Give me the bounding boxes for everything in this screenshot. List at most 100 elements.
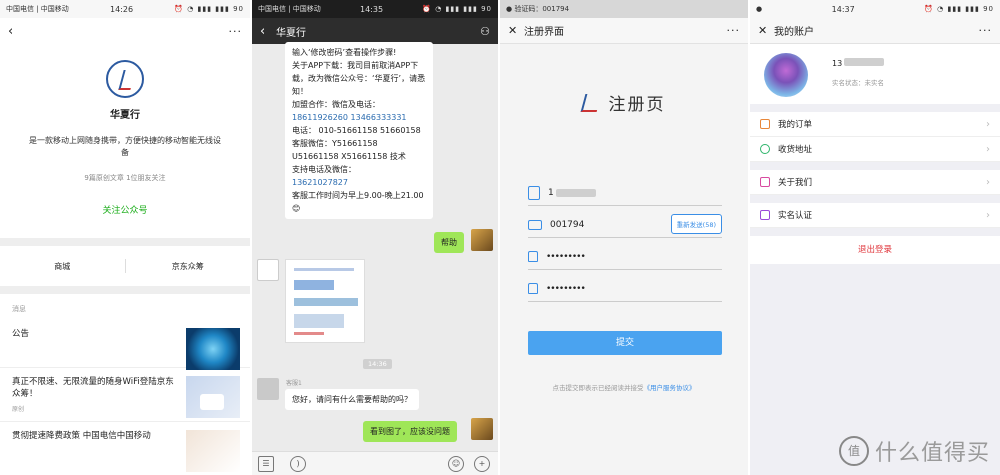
chevron-right-icon: › (986, 118, 990, 130)
phone-field[interactable]: 1 (528, 180, 722, 206)
close-icon[interactable]: ✕ (508, 24, 524, 37)
menu-address[interactable]: 收货地址 › (750, 137, 1000, 162)
bubble-line: 13621027827 (292, 178, 348, 187)
chevron-right-icon: › (986, 143, 990, 155)
status-time: 14:35 (360, 4, 384, 14)
menu-group: 实名认证 › (750, 203, 1000, 228)
top-bar: ✕ 注册界面 ··· (500, 18, 748, 44)
more-icon[interactable]: ··· (229, 25, 243, 38)
article-item[interactable]: 真正不限速、无限流量的随身WiFi登陆京东众筹！ 原创 (0, 368, 250, 422)
image-message[interactable] (285, 259, 365, 343)
account-avatar (257, 259, 279, 281)
menu-shop[interactable]: 商城 (0, 261, 125, 272)
status-bar: 中国电信 | 中国移动 14:26 ⏰ ◔ ▮▮▮ ▮▮▮ 90 (0, 0, 250, 18)
section-label: 消息 (12, 305, 26, 313)
account-stats: 9篇原创文章 1位朋友关注 (84, 174, 166, 182)
account-name: 华夏行 (110, 110, 140, 121)
divider (0, 238, 250, 246)
account-logo (106, 60, 144, 98)
voice-icon[interactable]: ) (290, 456, 306, 472)
article-item[interactable]: 公告 (0, 318, 250, 370)
carrier: 中国电信 | 中国移动 (6, 5, 69, 13)
bubble-line: 18611926260 13466333331 (292, 113, 407, 122)
article-title: 贯彻提速降费政策 中国电信中国移动 (12, 431, 151, 441)
account-desc: 是一款移动上网随身携带，方便快捷的移动智能无线设备 (29, 136, 221, 157)
watermark-logo: 值 (838, 436, 869, 466)
verify-status: 实名状态：未实名 (832, 79, 884, 87)
message-reply: 看到图了，应该没问题 (363, 421, 457, 442)
logout-button[interactable]: 退出登录 (750, 236, 1000, 264)
status-bar: ● 14:37 ⏰ ◔ ▮▮▮ ▮▮▮ 90 (750, 0, 1000, 18)
more-icon[interactable]: ··· (727, 24, 741, 37)
info-icon (760, 177, 770, 187)
time-chip: 14:36 (363, 359, 392, 369)
lock-icon (528, 251, 538, 262)
bubble-line: 输入‘修改密码’查看操作步骤! (292, 48, 397, 57)
confirm-password-field[interactable]: ••••••••• (528, 276, 722, 302)
brand-title: 注册页 (500, 90, 748, 115)
bubble-line: 支持电话及微信： (292, 165, 356, 174)
article-item[interactable]: 贯彻提速降费政策 中国电信中国移动 (0, 422, 250, 475)
submit-button[interactable]: 提交 (528, 331, 722, 355)
status-icons: ⏰ ◔ ▮▮▮ ▮▮▮ 90 (174, 5, 244, 13)
resend-button[interactable]: 重新发送(58) (670, 214, 722, 234)
lock-icon (528, 283, 538, 294)
article-thumbnail (186, 328, 240, 370)
status-icons: ⏰ ◔ ▮▮▮ ▮▮▮ 90 (422, 5, 492, 13)
menu-group: 我的订单 › 收货地址 › (750, 112, 1000, 162)
status-icons: ⏰ ◔ ▮▮▮ ▮▮▮ 90 (924, 5, 994, 13)
location-icon (760, 144, 770, 154)
article-thumbnail (186, 376, 240, 418)
agent-name: 客服1 (286, 380, 302, 387)
user-avatar (471, 418, 493, 440)
masked-value (844, 58, 885, 66)
chat-header: ‹ 华夏行 ⚇ (252, 18, 498, 44)
code-field[interactable]: 001794 重新发送(58) (528, 212, 722, 238)
panel-register: ● 验证码：001794 ✕ 注册界面 ··· 注册页 1 001794 重新发… (500, 0, 748, 475)
brand-logo-icon (580, 94, 601, 112)
back-icon[interactable]: ‹ (260, 24, 276, 39)
password-field[interactable]: ••••••••• (528, 244, 722, 270)
article-title: 公告 (12, 329, 30, 339)
keyboard-icon[interactable]: ☰ (258, 456, 274, 472)
page-title: 注册界面 (524, 27, 564, 38)
emoji-icon[interactable]: ☺ (448, 456, 464, 472)
status-time: 14:37 (831, 4, 855, 14)
close-icon[interactable]: ✕ (758, 24, 774, 37)
menu-verify[interactable]: 实名认证 › (750, 203, 1000, 228)
bubble-line: 加盟合作：微信及电话： (292, 100, 380, 109)
user-avatar (471, 229, 493, 251)
top-bar: ✕ 我的账户 ··· (750, 18, 1000, 44)
masked-value (555, 188, 596, 197)
chat-input-bar: ☰ ) ☺ + (252, 451, 498, 475)
watermark: 值 什么值得买 (838, 435, 990, 467)
id-card-icon (760, 210, 770, 220)
plus-icon[interactable]: + (474, 456, 490, 472)
more-icon[interactable]: ··· (979, 24, 993, 37)
chevron-right-icon: › (986, 209, 990, 221)
avatar[interactable] (764, 53, 808, 97)
article-title: 真正不限速、无限流量的随身WiFi登陆京东众筹！ (12, 377, 174, 399)
status-bar: 中国电信 | 中国移动 14:35 ⏰ ◔ ▮▮▮ ▮▮▮ 90 (252, 0, 498, 18)
account-menu: 商城 京东众筹 (0, 246, 250, 294)
page-title: 我的账户 (774, 27, 814, 38)
menu-jd-crowdfund[interactable]: 京东众筹 (126, 261, 251, 272)
order-icon (760, 119, 770, 129)
bubble-line: 客服微信：Y51661158 (292, 139, 378, 148)
message-agent: 您好，请问有什么需要帮助的吗？ (285, 389, 419, 410)
agreement-link[interactable]: 《用户服务协议》 (644, 384, 696, 392)
menu-about[interactable]: 关于我们 › (750, 170, 1000, 195)
chevron-right-icon: › (986, 176, 990, 188)
message-bubble: 输入‘修改密码’查看操作步骤! 关于APP下载：我司目前取消APP下载，改为微信公… (285, 42, 433, 219)
chat-title: 华夏行 (276, 27, 306, 39)
back-icon[interactable]: ‹ (8, 24, 24, 39)
phone-icon (528, 185, 540, 200)
carrier: 中国电信 | 中国移动 (258, 5, 321, 13)
bubble-line: 关于APP下载：我司目前取消APP下载，改为微信公众号：‘华夏行’，请悉知！ (292, 61, 426, 96)
sms-notification: ● 验证码：001794 (506, 5, 570, 13)
profile-icon[interactable]: ⚇ (480, 25, 490, 38)
follow-button[interactable]: 关注公众号 (0, 203, 250, 216)
menu-orders[interactable]: 我的订单 › (750, 112, 1000, 137)
sms-icon (528, 219, 542, 230)
panel-official-account: 中国电信 | 中国移动 14:26 ⏰ ◔ ▮▮▮ ▮▮▮ 90 ‹ ··· 华… (0, 0, 250, 475)
